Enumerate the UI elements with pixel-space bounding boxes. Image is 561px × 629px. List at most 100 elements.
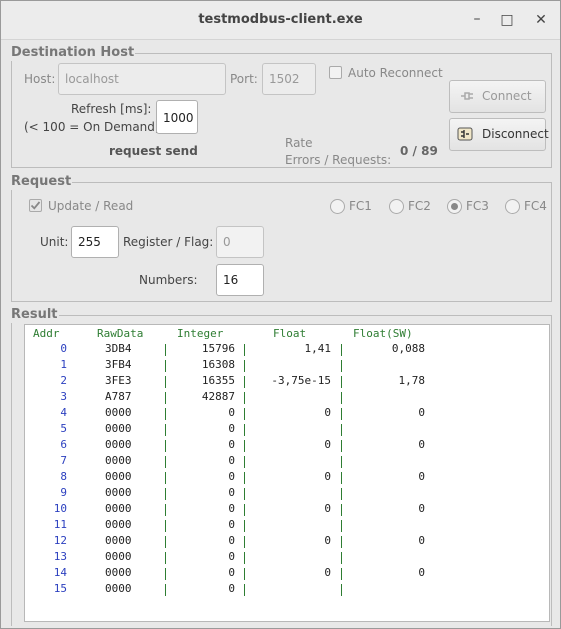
cell-float: 0: [324, 566, 331, 579]
column-separator: [165, 408, 166, 420]
cell-integer: 0: [228, 470, 235, 483]
cell-integer: 0: [228, 566, 235, 579]
cell-float: 0: [324, 534, 331, 547]
unit-input[interactable]: 255: [71, 226, 119, 258]
cell-addr: 1: [60, 358, 67, 371]
cell-integer: 15796: [201, 342, 235, 355]
table-row: 4 0000 0 0 0: [25, 406, 549, 422]
port-input[interactable]: 1502: [262, 63, 316, 95]
column-separator: [165, 392, 166, 404]
maximize-button[interactable]: □: [498, 11, 516, 29]
cell-integer: 0: [228, 406, 235, 419]
column-separator: [244, 376, 245, 388]
column-header-float: Float: [273, 327, 307, 340]
cell-integer: 0: [228, 454, 235, 467]
column-separator: [244, 488, 245, 500]
column-separator: [165, 344, 166, 356]
close-button[interactable]: ✕: [532, 11, 550, 29]
register-flag-input[interactable]: 0: [216, 226, 264, 258]
update-read-label: Update / Read: [48, 199, 134, 213]
fc2-radio[interactable]: [389, 199, 404, 214]
host-label: Host:: [24, 72, 56, 86]
cell-rawdata: 0000: [105, 550, 132, 563]
host-input[interactable]: localhost: [58, 63, 226, 95]
cell-addr: 6: [60, 438, 67, 451]
table-row: 9 0000 0: [25, 486, 549, 502]
fc1-label: FC1: [349, 199, 372, 213]
cell-addr: 11: [53, 518, 67, 531]
cell-integer: 0: [228, 518, 235, 531]
table-row: 0 3DB4 15796 1,41 0,088: [25, 342, 549, 358]
column-separator: [244, 456, 245, 468]
table-row: 15 0000 0: [25, 582, 549, 598]
cell-rawdata: 0000: [105, 502, 132, 515]
column-separator: [165, 440, 166, 452]
table-row: 10 0000 0 0 0: [25, 502, 549, 518]
column-separator: [165, 472, 166, 484]
refresh-input[interactable]: 1000: [156, 100, 198, 134]
column-separator: [165, 568, 166, 580]
cell-float-sw: 0: [418, 534, 425, 547]
fc3-radio[interactable]: [447, 199, 462, 214]
cell-integer: 0: [228, 486, 235, 499]
column-separator: [341, 520, 342, 532]
connect-label: Connect: [482, 89, 532, 103]
cell-addr: 8: [60, 470, 67, 483]
port-label: Port:: [230, 72, 258, 86]
register-flag-label: Register / Flag:: [123, 235, 214, 249]
column-separator: [341, 568, 342, 580]
minimize-button[interactable]: –: [468, 10, 486, 28]
update-read-checkbox[interactable]: [29, 199, 42, 212]
cell-addr: 2: [60, 374, 67, 387]
unit-label: Unit:: [40, 235, 69, 249]
table-row: 1 3FB4 16308: [25, 358, 549, 374]
cell-integer: 16308: [201, 358, 235, 371]
auto-reconnect-checkbox[interactable]: [329, 66, 342, 79]
fc1-radio[interactable]: [330, 199, 345, 214]
app-window: testmodbus-client.exe – □ ✕ Destination …: [0, 0, 561, 629]
errors-requests-value: 0 / 89: [400, 144, 438, 158]
cell-rawdata: 0000: [105, 518, 132, 531]
selected-dot-icon: [451, 203, 458, 210]
column-separator: [341, 440, 342, 452]
column-separator: [341, 552, 342, 564]
cell-rawdata: 3FB4: [105, 358, 132, 371]
fc4-radio[interactable]: [505, 199, 520, 214]
connect-button[interactable]: Connect: [449, 80, 546, 113]
cell-addr: 3: [60, 390, 67, 403]
cell-rawdata: 0000: [105, 422, 132, 435]
cell-integer: 0: [228, 550, 235, 563]
table-row: 2 3FE3 16355 -3,75e-15 1,78: [25, 374, 549, 390]
cell-integer: 0: [228, 422, 235, 435]
refresh-note: (< 100 = On Demand): [24, 120, 160, 134]
cell-float-sw: 0: [418, 470, 425, 483]
column-separator: [244, 440, 245, 452]
column-header-integer: Integer: [177, 327, 224, 340]
column-separator: [165, 520, 166, 532]
column-separator: [165, 488, 166, 500]
cell-rawdata: 0000: [105, 534, 132, 547]
column-separator: [341, 408, 342, 420]
column-separator: [244, 408, 245, 420]
auto-reconnect-label: Auto Reconnect: [348, 66, 443, 80]
plug-icon: [461, 92, 473, 100]
column-header-addr: Addr: [33, 327, 60, 340]
column-separator: [165, 376, 166, 388]
errors-requests-label: Errors / Requests:: [285, 153, 392, 167]
numbers-input[interactable]: 16: [216, 264, 264, 296]
column-separator: [244, 552, 245, 564]
column-separator: [244, 360, 245, 372]
column-separator: [244, 504, 245, 516]
table-row: 8 0000 0 0 0: [25, 470, 549, 486]
disconnect-button[interactable]: Disconnect: [449, 118, 549, 151]
cell-float-sw: 0: [418, 406, 425, 419]
fc2-label: FC2: [408, 199, 431, 213]
column-separator: [244, 344, 245, 356]
cell-rawdata: 3FE3: [105, 374, 132, 387]
cell-addr: 13: [53, 550, 67, 563]
column-separator: [341, 456, 342, 468]
title-bar: testmodbus-client.exe – □ ✕: [1, 1, 560, 40]
cell-float-sw: 0,088: [391, 342, 425, 355]
result-table[interactable]: Addr RawData Integer Float Float(SW) 0 3D…: [24, 324, 550, 622]
cell-float: 0: [324, 406, 331, 419]
